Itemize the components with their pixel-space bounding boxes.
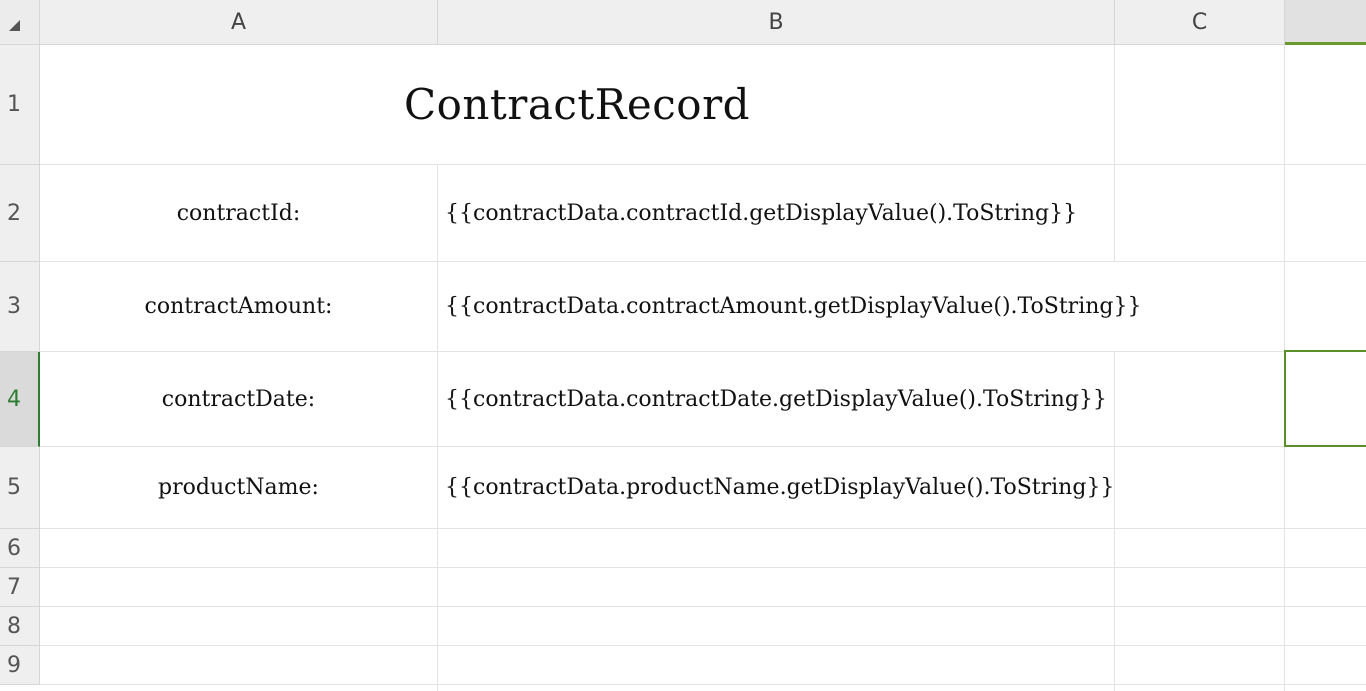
spreadsheet: A B C 1 2 3 4 5 6 7 8 9 ContractRecord c… [0,0,1366,691]
cell-b4[interactable]: {{contractData.contractDate.getDisplayVa… [438,352,1115,447]
cell-d2[interactable] [1285,165,1366,262]
cell-a10-partial[interactable] [40,685,438,691]
select-all-triangle-icon [9,20,20,31]
column-header-d[interactable] [1285,0,1366,45]
cell-c9[interactable] [1115,646,1285,685]
cell-a7[interactable] [40,568,438,607]
cell-d9[interactable] [1285,646,1366,685]
cell-b2[interactable]: {{contractData.contractId.getDisplayValu… [438,165,1115,262]
cell-c10-partial[interactable] [1115,685,1285,691]
value-product-name: {{contractData.productName.getDisplayVal… [445,475,1115,500]
cell-c5[interactable] [1115,447,1285,529]
cell-d8[interactable] [1285,607,1366,646]
value-contract-amount: {{contractData.contractAmount.getDisplay… [445,294,1142,319]
cell-a3[interactable]: contractAmount: [40,262,438,352]
cell-a9[interactable] [40,646,438,685]
cell-d7[interactable] [1285,568,1366,607]
cell-d1[interactable] [1285,45,1366,165]
column-header-c[interactable]: C [1115,0,1285,45]
row-header-3[interactable]: 3 [0,262,40,352]
cell-b8[interactable] [438,607,1115,646]
row-header-2[interactable]: 2 [0,165,40,262]
cell-d5[interactable] [1285,447,1366,529]
value-contract-id: {{contractData.contractId.getDisplayValu… [445,200,1078,226]
cell-d4-selected[interactable] [1285,352,1366,447]
row-header-1[interactable]: 1 [0,45,40,165]
select-all-corner[interactable] [0,0,40,45]
row-header-7[interactable]: 7 [0,568,40,607]
cell-b6[interactable] [438,529,1115,568]
sheet-title: ContractRecord [403,80,751,129]
cell-b7[interactable] [438,568,1115,607]
column-header-a[interactable]: A [40,0,438,45]
cell-c6[interactable] [1115,529,1285,568]
cell-a2[interactable]: contractId: [40,165,438,262]
cell-c8[interactable] [1115,607,1285,646]
row-header-9[interactable]: 9 [0,646,40,685]
label-contract-id: contractId: [176,200,301,226]
cell-a6[interactable] [40,529,438,568]
cell-c1[interactable] [1115,45,1285,165]
cell-b5[interactable]: {{contractData.productName.getDisplayVal… [438,447,1115,529]
cell-c4[interactable] [1115,352,1285,447]
cell-d3[interactable] [1285,262,1366,352]
cell-b10-partial[interactable] [438,685,1115,691]
row-header-4[interactable]: 4 [0,352,40,447]
cell-c2[interactable] [1115,165,1285,262]
row-header-5[interactable]: 5 [0,447,40,529]
cell-a5[interactable]: productName: [40,447,438,529]
cell-b9[interactable] [438,646,1115,685]
cell-a8[interactable] [40,607,438,646]
cell-a4[interactable]: contractDate: [40,352,438,447]
row-header-8[interactable]: 8 [0,607,40,646]
cell-b3[interactable]: {{contractData.contractAmount.getDisplay… [438,262,1285,352]
label-product-name: productName: [158,475,319,500]
cell-a1-merged-title[interactable]: ContractRecord [40,45,1115,165]
column-header-b[interactable]: B [438,0,1115,45]
cell-c7[interactable] [1115,568,1285,607]
row-header-6[interactable]: 6 [0,529,40,568]
cell-d6[interactable] [1285,529,1366,568]
value-contract-date: {{contractData.contractDate.getDisplayVa… [445,386,1107,412]
label-contract-amount: contractAmount: [144,294,333,319]
label-contract-date: contractDate: [161,386,316,412]
